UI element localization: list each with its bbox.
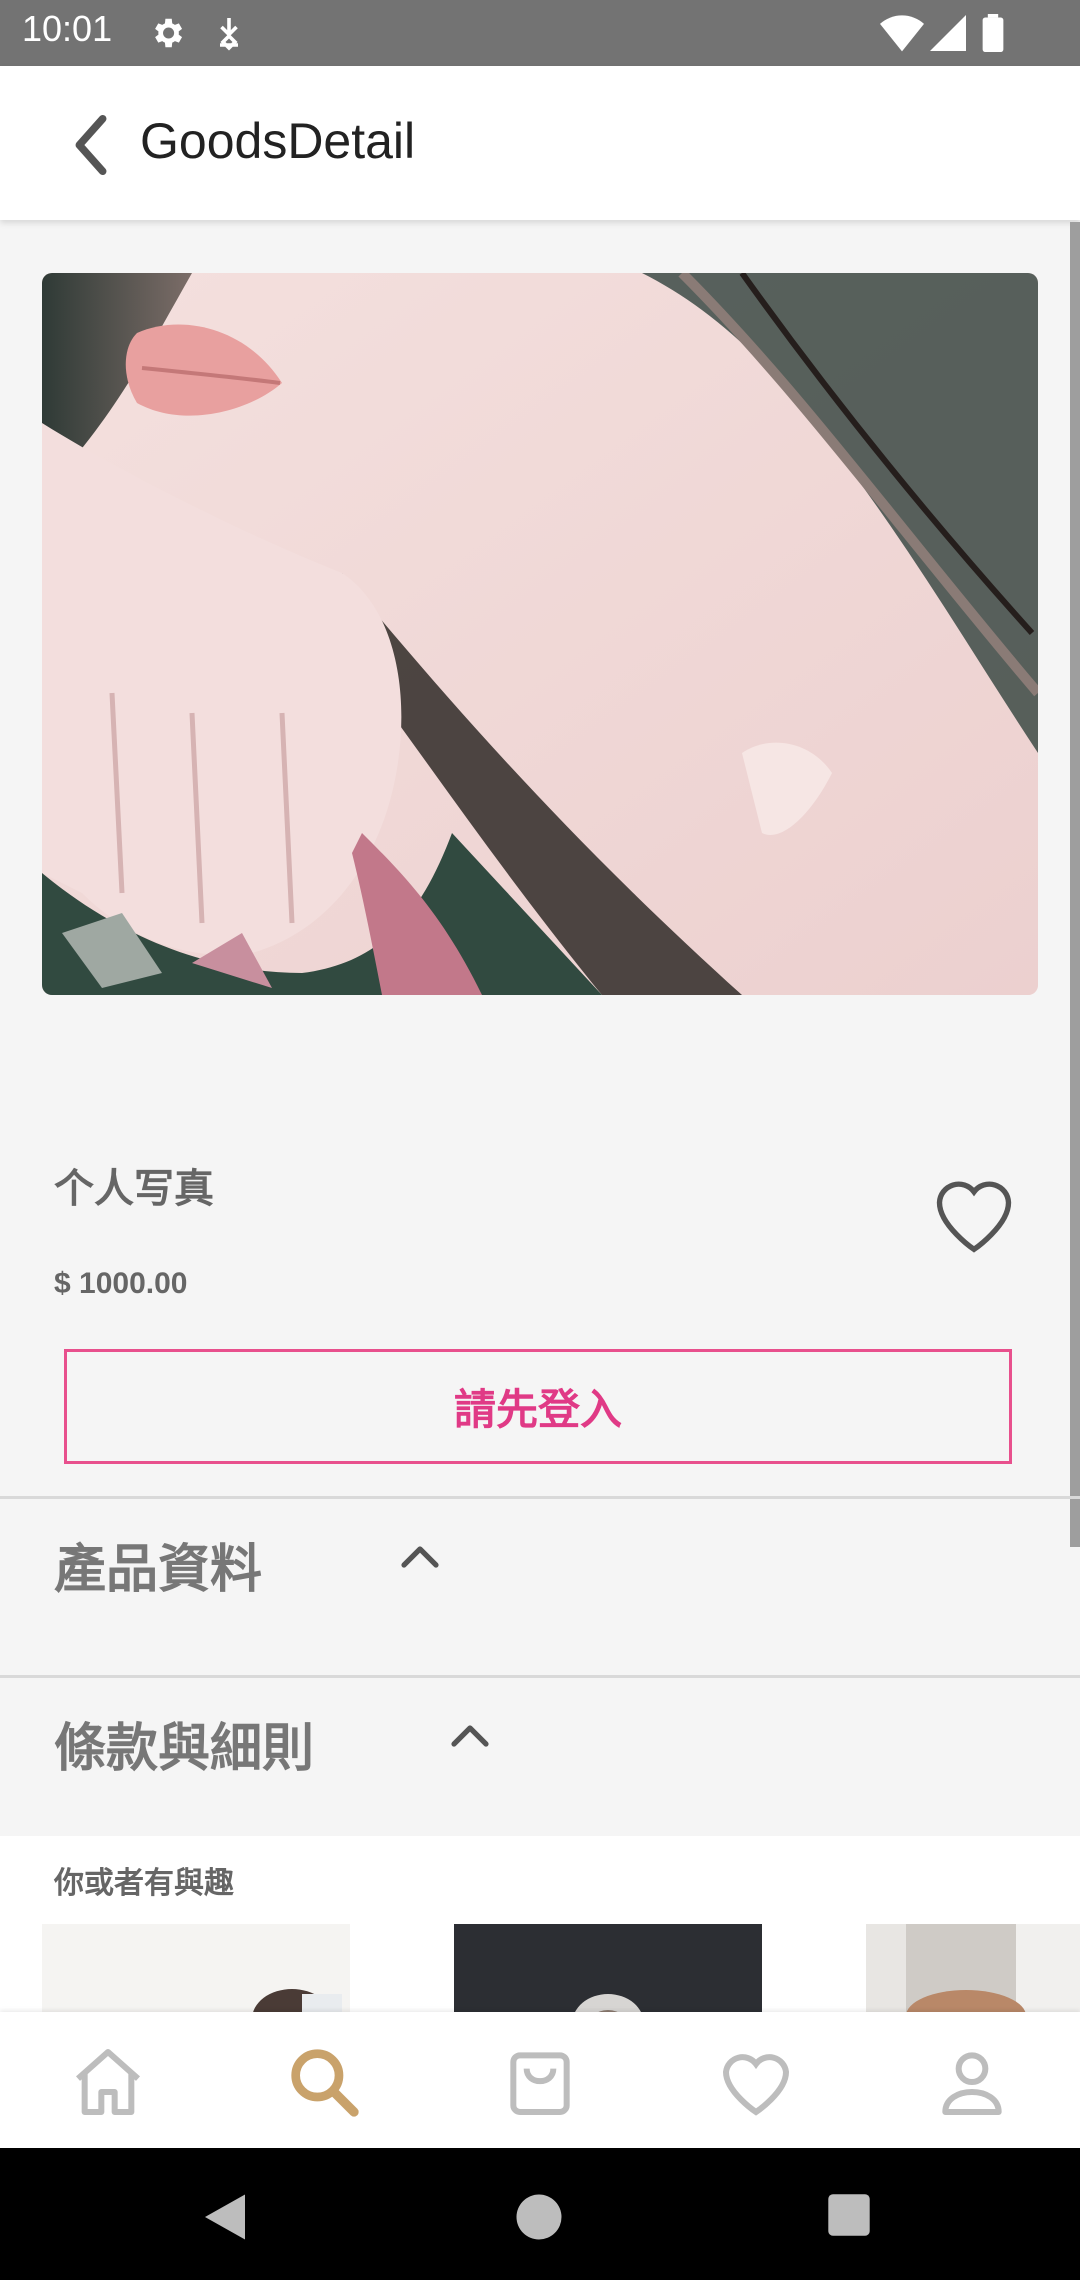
section-title: 條款與細則 — [54, 1719, 315, 1779]
recommend-title: 你或者有與趣 — [54, 1866, 234, 1901]
bottom-nav — [0, 2012, 1080, 2148]
product-image — [42, 273, 1038, 995]
profile-icon[interactable] — [932, 2042, 1012, 2122]
cart-icon[interactable] — [500, 2042, 580, 2122]
recommend-card[interactable] — [866, 1924, 1080, 2014]
section-product-info[interactable]: 產品資料 — [0, 1499, 1080, 1675]
chevron-up-icon[interactable] — [446, 1718, 494, 1754]
settings-icon — [155, 18, 183, 48]
back-nav-icon[interactable] — [200, 2192, 250, 2242]
signal-icon — [930, 15, 966, 51]
home-icon[interactable] — [68, 2042, 148, 2122]
login-button-label: 請先登入 — [453, 1385, 622, 1434]
recommend-card[interactable] — [42, 1924, 350, 2014]
product-price: $ 1000.00 — [54, 1267, 188, 1300]
system-nav-bar — [0, 2148, 1080, 2280]
page-title: GoodsDetail — [140, 113, 416, 169]
section-title: 產品資料 — [54, 1540, 263, 1600]
search-icon[interactable] — [284, 2042, 364, 2122]
app-bar: GoodsDetail — [0, 66, 1080, 220]
recommend-section: 你或者有與趣 — [0, 1836, 1080, 2014]
login-button[interactable]: 請先登入 — [64, 1349, 1012, 1464]
status-bar: 10:01 — [0, 0, 1080, 66]
recommend-card[interactable] — [454, 1924, 762, 2014]
favorite-button[interactable] — [928, 1168, 1020, 1254]
status-time: 10:01 — [22, 8, 113, 49]
home-nav-icon[interactable] — [514, 2192, 564, 2242]
recents-nav-icon[interactable] — [826, 2192, 872, 2238]
chevron-up-icon[interactable] — [396, 1539, 444, 1575]
section-terms[interactable]: 條款與細則 — [0, 1678, 1080, 1836]
download-icon — [220, 18, 238, 51]
scrollbar[interactable] — [1070, 222, 1080, 1547]
battery-icon — [982, 14, 1004, 52]
heart-icon[interactable] — [716, 2042, 796, 2122]
back-button[interactable] — [56, 110, 126, 180]
wifi-icon — [880, 15, 924, 52]
product-name: 个人写真 — [54, 1166, 214, 1212]
